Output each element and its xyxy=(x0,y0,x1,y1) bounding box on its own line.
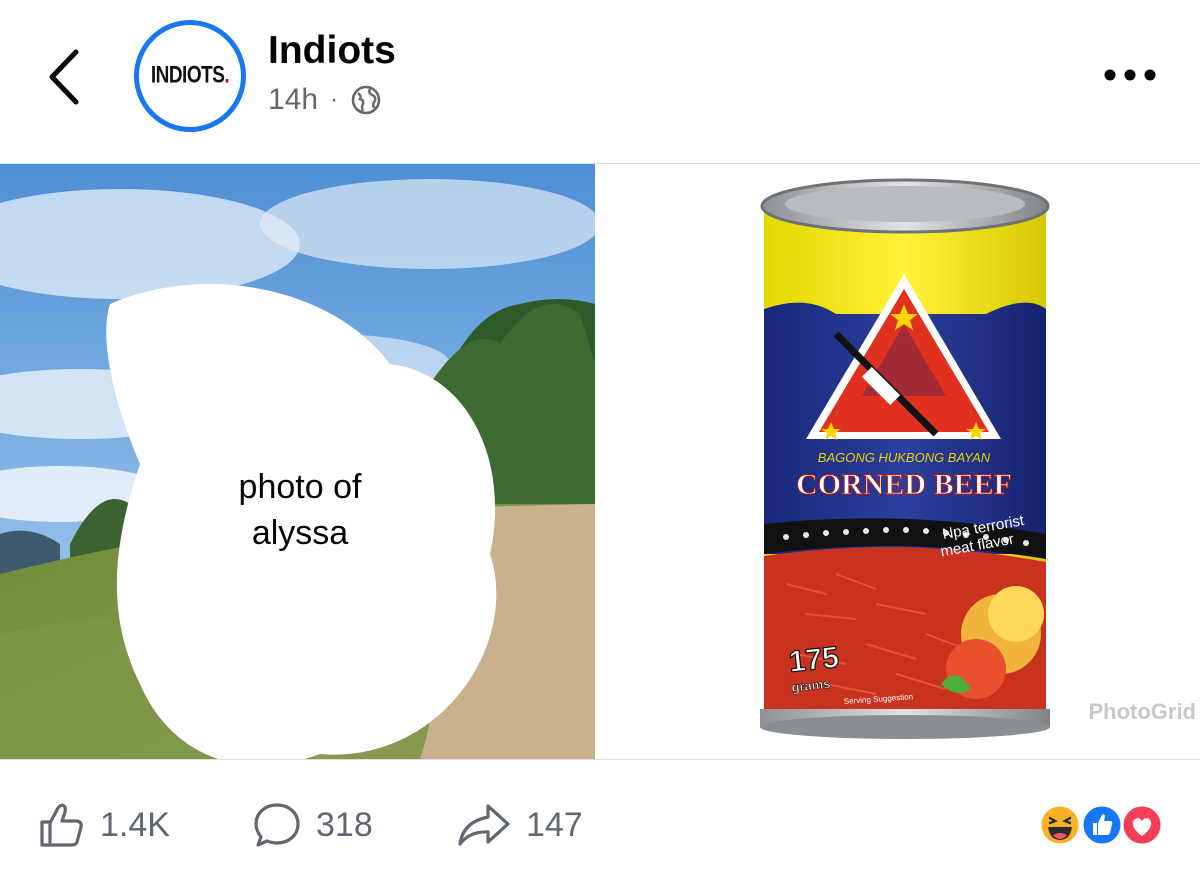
can-weight: 175 xyxy=(787,641,840,679)
can-brand-strip: BAGONG HUKBONG BAYAN xyxy=(818,450,991,465)
avatar-logo-text: INDIOTS. xyxy=(150,62,230,89)
post-time[interactable]: 14h xyxy=(268,82,318,118)
chevron-left-icon[interactable] xyxy=(38,42,98,112)
love-icon xyxy=(1120,803,1164,847)
share-button[interactable]: 147 xyxy=(456,800,583,850)
like-icon xyxy=(40,803,83,847)
comment-icon xyxy=(254,803,300,847)
watermark: PhotoGrid xyxy=(1088,699,1196,724)
post-meta: 14h · xyxy=(268,82,382,118)
photo-grid: photo of alyssa BAGONG HUKBONG BAYAN COR… xyxy=(0,163,1200,760)
meta-separator: · xyxy=(330,86,339,113)
comment-button[interactable]: 318 xyxy=(252,800,373,850)
like-button[interactable]: 1.4K xyxy=(36,800,170,850)
can-product-name: CORNED BEEF xyxy=(796,468,1012,501)
page-name[interactable]: Indiots xyxy=(268,28,396,74)
reaction-icons[interactable] xyxy=(1028,802,1168,848)
page-avatar[interactable]: INDIOTS. xyxy=(134,20,246,132)
comment-count: 318 xyxy=(316,806,373,844)
photo-left[interactable]: photo of alyssa xyxy=(0,164,595,759)
photo-placeholder-label: photo of alyssa xyxy=(238,468,362,552)
photo-right[interactable]: BAGONG HUKBONG BAYAN CORNED BEEF Npa ter… xyxy=(606,164,1200,759)
share-icon xyxy=(458,804,510,846)
globe-icon[interactable] xyxy=(350,84,382,116)
landscape-photo xyxy=(0,164,595,759)
post-footer: 1.4K 318 147 xyxy=(0,760,1200,875)
haha-icon xyxy=(1038,803,1082,847)
post-header: INDIOTS. Indiots 14h · xyxy=(0,0,1200,160)
like-icon xyxy=(1080,803,1124,847)
share-count: 147 xyxy=(526,806,583,844)
more-dots-icon[interactable] xyxy=(1100,62,1160,88)
corned-beef-can: BAGONG HUKBONG BAYAN CORNED BEEF Npa ter… xyxy=(760,178,1050,739)
like-count: 1.4K xyxy=(100,806,170,844)
